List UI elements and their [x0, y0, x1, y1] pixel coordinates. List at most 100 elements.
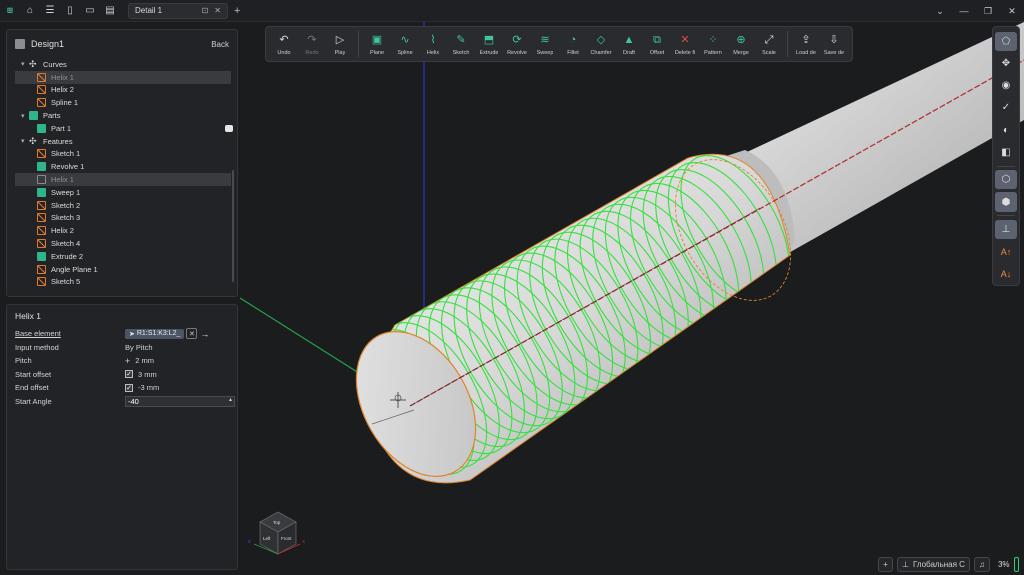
offset-button[interactable]: ⧉ Offset [643, 27, 671, 61]
chamfer-button[interactable]: ◇ Chamfer [587, 27, 615, 61]
fillet-button[interactable]: ◔ Fillet [559, 27, 587, 61]
minimize-icon[interactable]: — [952, 0, 976, 22]
helix-button[interactable]: ⌇ Helix [419, 27, 447, 61]
delete-fi-button[interactable]: ✕ Delete fi [671, 27, 699, 61]
viewport-3d[interactable]: Top Left Front X Z [240, 22, 1024, 575]
draft-button[interactable]: ▲ Draft [615, 27, 643, 61]
select-mode-icon[interactable]: ⬠ [995, 31, 1017, 51]
input-method-select[interactable]: By Pitch [125, 343, 153, 352]
measure-icon[interactable]: ✓ [995, 98, 1017, 117]
start-angle-input[interactable] [125, 395, 235, 407]
tree-item-label: Helix 1 [51, 72, 74, 82]
tree-item[interactable]: Sketch 4 [7, 237, 237, 250]
tree-scrollbar[interactable] [232, 170, 234, 282]
extrude-button[interactable]: ⬒ Extrude [475, 27, 503, 61]
tree-item[interactable]: Helix 2 [7, 84, 237, 97]
tree-item-label: Helix 2 [51, 85, 74, 95]
pitch-value[interactable]: 2 mm [135, 356, 154, 365]
tree-item-label: Sketch 3 [51, 213, 81, 223]
pick-arrow-icon[interactable]: → [200, 329, 209, 339]
tree-item[interactable]: Part 1 [7, 122, 237, 135]
eye-plane-icon[interactable]: ◉ [995, 76, 1017, 95]
open-folder-icon[interactable]: ▭ [80, 0, 100, 22]
start-offset-label: Start offset [15, 369, 52, 379]
save-icon[interactable]: ▤ [100, 0, 120, 22]
visibility-icon[interactable]: ◐ [995, 121, 1017, 140]
tree-item[interactable]: Helix 1 [15, 173, 231, 186]
tree-item[interactable]: ▾ ✣ Curves [7, 58, 237, 71]
undo-button[interactable]: ↶ Undo [270, 27, 298, 61]
tree-item[interactable]: ▾ ✣ Features [7, 135, 237, 148]
load-de-button[interactable]: ⇪ Load de [792, 27, 820, 61]
tab-save-icon[interactable]: ⊡ [202, 6, 209, 15]
sketch-button[interactable]: ✎ Sketch [447, 27, 475, 61]
document-tab[interactable]: Detail 1 ⊡ ✕ [128, 2, 228, 19]
add-button[interactable]: + [878, 556, 893, 572]
ortho-icon[interactable]: ⬢ [995, 192, 1017, 212]
spin-icon[interactable]: ▴ [229, 396, 232, 403]
redo-button[interactable]: ↷ Redo [298, 27, 326, 61]
restore-icon[interactable]: ❐ [976, 0, 1000, 22]
menu-icon[interactable]: ☰ [40, 0, 60, 22]
scale-button[interactable]: ⤢ Scale [755, 27, 783, 61]
tree-item[interactable]: Revolve 1 [7, 160, 237, 173]
tree-item[interactable]: Sketch 5 [7, 276, 237, 289]
dimension-icon[interactable]: ⊥ [995, 219, 1017, 239]
helix-label: Helix [426, 49, 440, 56]
back-button[interactable]: Back [211, 40, 229, 49]
side-separator [997, 215, 1015, 217]
body-icon [37, 162, 46, 172]
group-icon: ✣ [29, 135, 37, 146]
move-icon[interactable]: ✥ [995, 54, 1017, 73]
dropdown-icon[interactable]: ⌄ [928, 0, 952, 22]
spline-button[interactable]: ∿ Spline [391, 27, 419, 61]
tree-item-label: Part 1 [51, 123, 72, 133]
play-button[interactable]: ▷ Play [326, 27, 354, 61]
sweep-button[interactable]: ≋ Sweep [531, 27, 559, 61]
start-offset-checkbox[interactable]: ✓ [125, 370, 133, 379]
revolve-icon: ⟳ [512, 33, 522, 46]
tree-item[interactable]: Spline 1 [7, 96, 237, 109]
plus-icon[interactable]: + [125, 356, 130, 366]
new-file-icon[interactable]: ▯ [60, 0, 80, 22]
home-icon[interactable]: ⌂ [20, 0, 40, 22]
pattern-button[interactable]: ⁘ Pattern [699, 27, 727, 61]
part-badge-icon[interactable] [225, 124, 233, 132]
tree-item[interactable]: Helix 2 [7, 224, 237, 237]
tree-item[interactable]: Sketch 2 [7, 199, 237, 212]
font-up-icon[interactable]: A↑ [995, 242, 1017, 261]
merge-button[interactable]: ⊕ Merge [727, 27, 755, 61]
tree-item[interactable]: ▾ Parts [7, 109, 237, 122]
body-icon [37, 187, 46, 197]
tree-item[interactable]: Sketch 3 [7, 212, 237, 225]
tree-item[interactable]: Extrude 2 [7, 250, 237, 263]
expand-chevron-icon[interactable]: ▾ [21, 112, 29, 120]
input-method-row: Input method By Pitch [7, 341, 237, 355]
base-element-label: Base element [15, 329, 61, 339]
save-de-button[interactable]: ⇩ Save de [820, 27, 848, 61]
tree-item[interactable]: Helix 1 [15, 70, 231, 84]
font-down-icon[interactable]: A↓ [995, 264, 1017, 283]
view-cube-icon[interactable]: ⬡ [995, 170, 1017, 190]
start-offset-value[interactable]: 3 mm [138, 370, 157, 379]
base-element-chip[interactable]: ➤ R1:S1:K3:L2_ [125, 328, 185, 339]
add-tab-icon[interactable]: + [234, 5, 240, 17]
tree-item[interactable]: Angle Plane 1 [7, 263, 237, 276]
tree-item[interactable]: Sketch 1 [7, 148, 237, 161]
tree-item[interactable]: Sweep 1 [7, 186, 237, 199]
close-window-icon[interactable]: ✕ [1000, 0, 1024, 22]
end-offset-value[interactable]: -3 mm [138, 383, 159, 392]
redo-label: Redo [305, 49, 319, 56]
feature-icon [37, 98, 46, 108]
revolve-button[interactable]: ⟳ Revolve [503, 27, 531, 61]
document-tab-label: Detail 1 [135, 6, 163, 15]
coordinate-system-select[interactable]: ⊥ Глобальная С [897, 556, 970, 572]
section-icon[interactable]: ◧ [995, 143, 1017, 162]
tab-close-icon[interactable]: ✕ [214, 6, 221, 15]
end-offset-checkbox[interactable]: ✓ [125, 383, 133, 392]
clear-base-element-icon[interactable]: ✕ [186, 328, 198, 340]
notifications-icon[interactable]: ♫ [973, 556, 990, 572]
plane-button[interactable]: ▣ Plane [363, 27, 391, 61]
expand-chevron-icon[interactable]: ▾ [21, 60, 29, 68]
expand-chevron-icon[interactable]: ▾ [21, 137, 29, 145]
